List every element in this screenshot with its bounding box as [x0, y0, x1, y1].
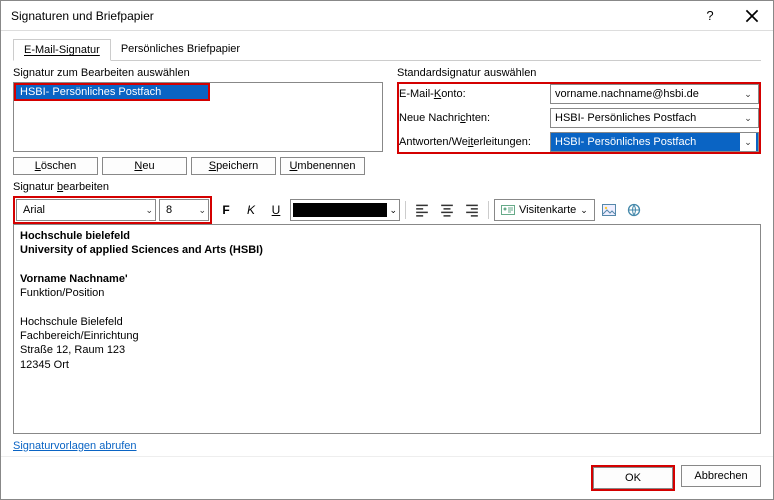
- email-account-select[interactable]: vorname.nachname@hsbi.de ⌄: [550, 84, 759, 104]
- chevron-down-icon: ⌄: [145, 205, 153, 216]
- new-button[interactable]: Neu: [102, 157, 187, 175]
- replies-label: Antworten/Weiterleitungen:: [399, 136, 544, 148]
- rename-button[interactable]: Umbenennen: [280, 157, 365, 175]
- ok-button[interactable]: OK: [593, 467, 673, 489]
- email-account-label: E-Mail-Konto:: [399, 88, 544, 100]
- new-messages-label: Neue Nachrichten:: [399, 112, 544, 124]
- insert-link-button[interactable]: [623, 199, 645, 221]
- replies-select[interactable]: HSBI- Persönliches Postfach ⌄: [550, 132, 759, 152]
- chevron-down-icon: ⌄: [740, 109, 756, 127]
- tab-bar: E-Mail-Signatur Persönliches Briefpapier: [13, 39, 761, 61]
- select-signature-label: Signatur zum Bearbeiten auswählen: [13, 67, 383, 79]
- tab-email-signature[interactable]: E-Mail-Signatur: [13, 39, 111, 61]
- delete-button[interactable]: Löschen: [13, 157, 98, 175]
- templates-link[interactable]: Signaturvorlagen abrufen: [13, 440, 761, 452]
- italic-button[interactable]: K: [240, 199, 262, 221]
- business-card-button[interactable]: Visitenkarte ⌄: [494, 199, 595, 221]
- color-swatch: [293, 203, 387, 217]
- close-button[interactable]: [731, 1, 773, 31]
- close-icon: [745, 9, 759, 23]
- new-messages-select[interactable]: HSBI- Persönliches Postfach ⌄: [550, 108, 759, 128]
- editor-toolbar: Arial ⌄ 8 ⌄ F K U ⌄ Visitenk: [13, 196, 761, 224]
- font-select[interactable]: Arial ⌄: [16, 199, 156, 221]
- bold-button[interactable]: F: [215, 199, 237, 221]
- tab-stationery[interactable]: Persönliches Briefpapier: [111, 39, 250, 60]
- signature-editor[interactable]: Hochschule bielefeld University of appli…: [13, 224, 761, 434]
- font-size-select[interactable]: 8 ⌄: [159, 199, 209, 221]
- business-card-label: Visitenkarte: [519, 204, 576, 216]
- chevron-down-icon: ⌄: [389, 205, 397, 216]
- chevron-down-icon: ⌄: [580, 205, 588, 216]
- dialog-window: Signaturen und Briefpapier ? E-Mail-Sign…: [0, 0, 774, 500]
- font-size-value: 8: [166, 204, 172, 216]
- titlebar: Signaturen und Briefpapier ?: [1, 1, 773, 31]
- email-account-value: vorname.nachname@hsbi.de: [555, 88, 699, 100]
- align-right-button[interactable]: [461, 199, 483, 221]
- edit-signature-label: Signatur bearbeiten: [13, 181, 761, 193]
- font-color-button[interactable]: ⌄: [290, 199, 400, 221]
- signature-item[interactable]: HSBI- Persönliches Postfach: [16, 85, 208, 99]
- card-icon: [501, 203, 515, 217]
- dialog-footer: OK Abbrechen: [1, 456, 773, 499]
- chevron-down-icon: ⌄: [198, 205, 206, 216]
- chevron-down-icon: ⌄: [740, 133, 756, 151]
- chevron-down-icon: ⌄: [740, 85, 756, 103]
- signature-list[interactable]: HSBI- Persönliches Postfach: [13, 82, 383, 152]
- help-button[interactable]: ?: [689, 1, 731, 31]
- window-title: Signaturen und Briefpapier: [11, 9, 689, 23]
- underline-button[interactable]: U: [265, 199, 287, 221]
- save-button[interactable]: Speichern: [191, 157, 276, 175]
- cancel-button[interactable]: Abbrechen: [681, 465, 761, 487]
- align-center-button[interactable]: [436, 199, 458, 221]
- align-left-button[interactable]: [411, 199, 433, 221]
- font-value: Arial: [23, 204, 45, 216]
- new-messages-value: HSBI- Persönliches Postfach: [555, 112, 696, 124]
- replies-value: HSBI- Persönliches Postfach: [555, 136, 696, 148]
- insert-image-button[interactable]: [598, 199, 620, 221]
- default-signature-label: Standardsignatur auswählen: [397, 67, 761, 79]
